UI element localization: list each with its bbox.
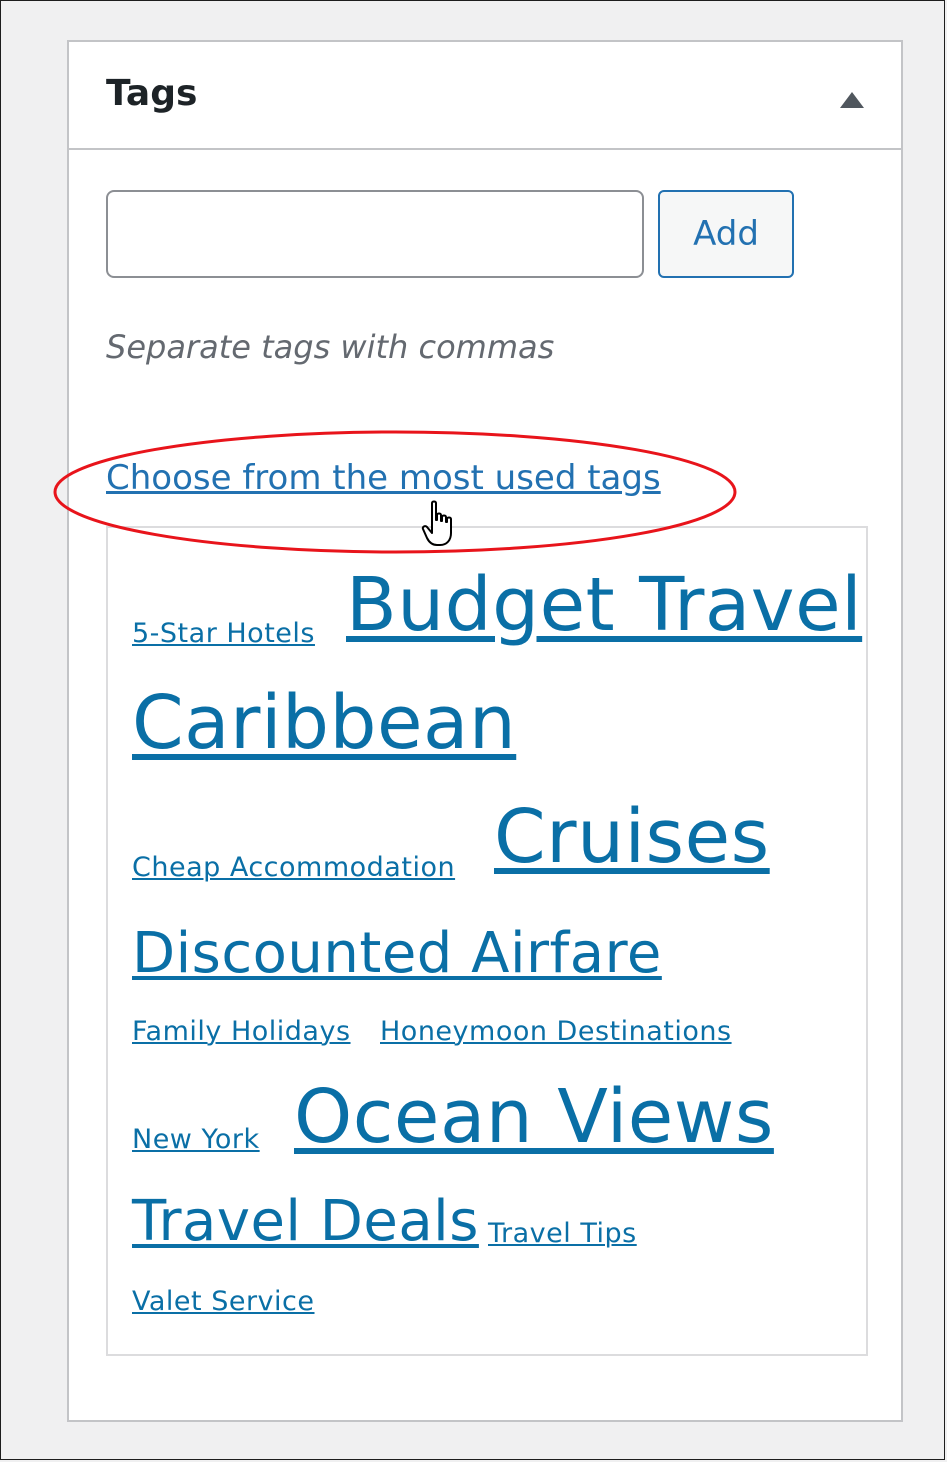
add-tag-button[interactable]: Add [658, 190, 794, 278]
panel-title: Tags [106, 73, 198, 114]
postbox-header: Tags [69, 42, 901, 150]
most-used-tags-link[interactable]: Choose from the most used tags [106, 458, 661, 499]
tag-link-ocean-views[interactable]: Ocean Views [294, 1080, 774, 1154]
tag-link-caribbean[interactable]: Caribbean [132, 686, 516, 760]
tag-link-cruises[interactable]: Cruises [494, 800, 770, 874]
triangle-up-icon [840, 92, 864, 108]
tag-link-budget-travel[interactable]: Budget Travel [346, 568, 862, 642]
tag-link-5-star-hotels[interactable]: 5-Star Hotels [132, 620, 315, 647]
tag-link-travel-tips[interactable]: Travel Tips [488, 1220, 637, 1247]
tag-link-discounted-airfare[interactable]: Discounted Airfare [132, 926, 662, 982]
tag-cloud: 5-Star Hotels Budget Travel Caribbean Ch… [106, 526, 868, 1356]
tag-link-honeymoon-destinations[interactable]: Honeymoon Destinations [380, 1018, 732, 1045]
tag-link-valet-service[interactable]: Valet Service [132, 1288, 315, 1315]
new-tag-input[interactable] [106, 190, 644, 278]
tag-link-travel-deals[interactable]: Travel Deals [132, 1194, 479, 1250]
tags-meta-box: Tags Add Separate tags with commas Choos… [67, 40, 903, 1422]
tag-link-family-holidays[interactable]: Family Holidays [132, 1018, 351, 1045]
collapse-toggle-button[interactable] [827, 74, 877, 124]
tag-link-new-york[interactable]: New York [132, 1126, 260, 1153]
tags-hint-text: Separate tags with commas [106, 328, 555, 366]
tag-link-cheap-accommodation[interactable]: Cheap Accommodation [132, 854, 455, 881]
